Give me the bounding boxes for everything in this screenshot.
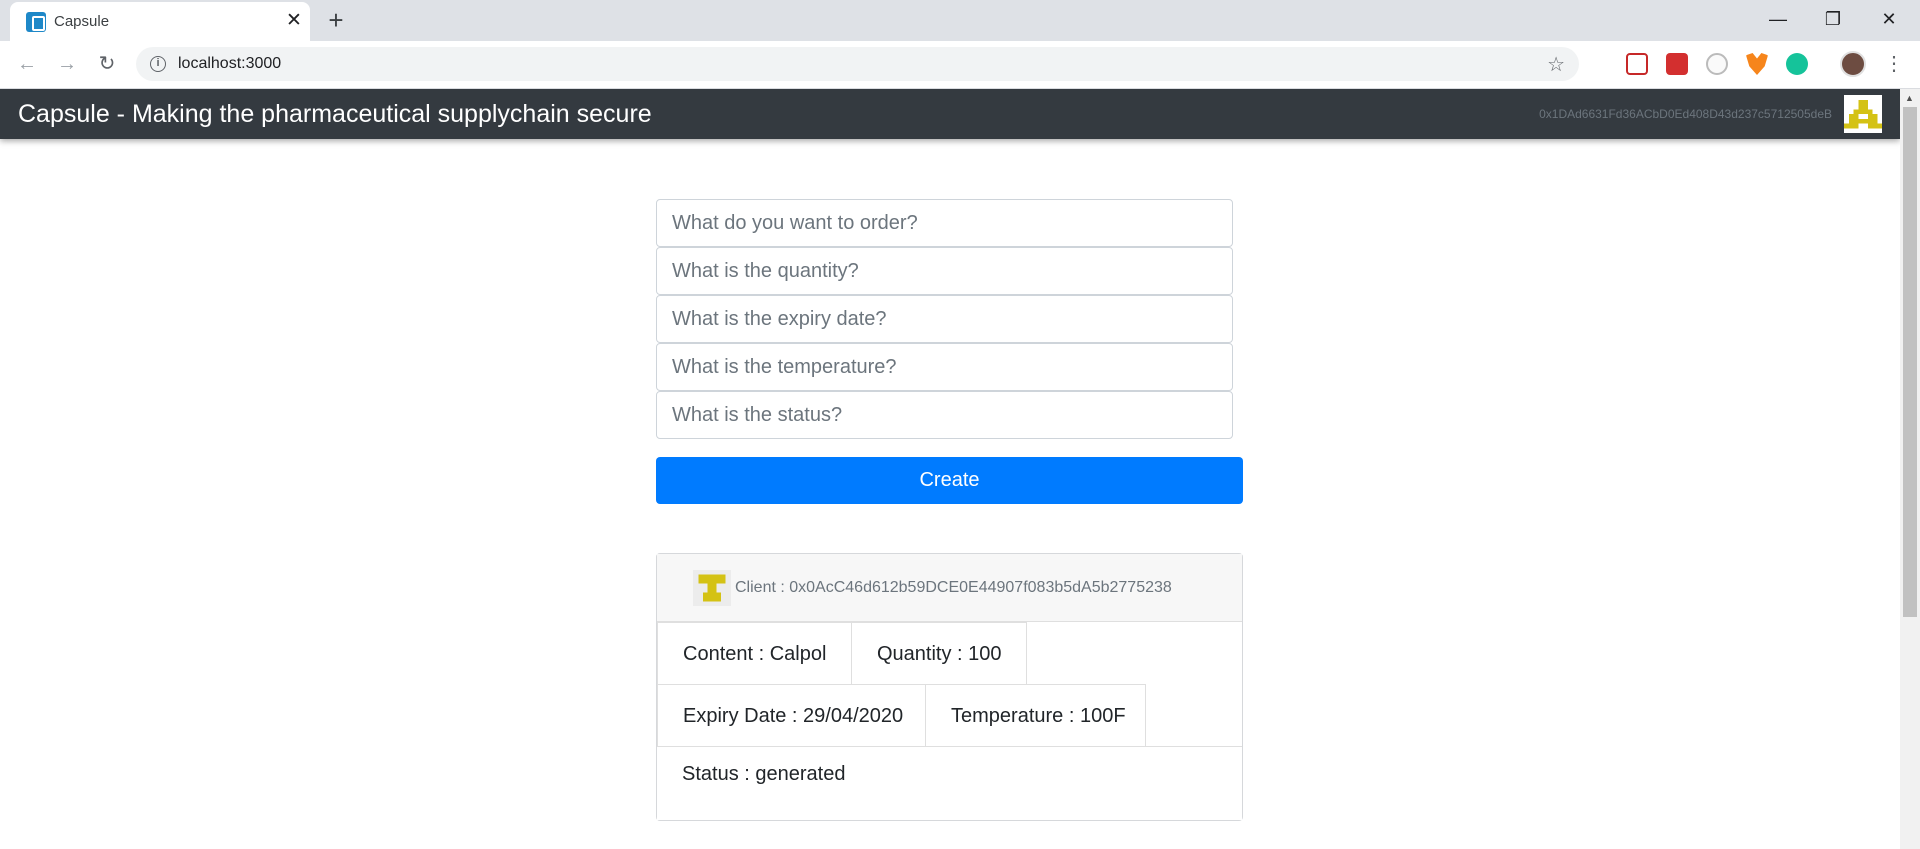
metamask-fox-icon[interactable] xyxy=(1746,53,1768,75)
red-extension-icon[interactable] xyxy=(1666,53,1688,75)
client-identicon xyxy=(693,570,731,606)
site-info-icon[interactable]: i xyxy=(150,56,166,72)
temperature-cell: Temperature : 100F xyxy=(925,684,1146,747)
status-input[interactable] xyxy=(656,391,1233,439)
quantity-cell: Quantity : 100 xyxy=(851,622,1027,685)
browser-menu-icon[interactable]: ⋮ xyxy=(1884,51,1904,77)
url-text: localhost:3000 xyxy=(178,55,282,72)
grammarly-icon[interactable] xyxy=(1786,53,1808,75)
pocket-icon[interactable] xyxy=(1626,53,1648,75)
content-cell: Content : Calpol xyxy=(657,622,852,685)
scroll-up-arrow-icon[interactable]: ▲ xyxy=(1905,93,1914,103)
restore-window-icon[interactable]: ❐ xyxy=(1807,0,1859,38)
back-arrow-icon[interactable]: ← xyxy=(12,49,42,79)
order-content-input[interactable] xyxy=(656,199,1233,247)
close-tab-icon[interactable]: ✕ xyxy=(282,8,306,34)
browser-tabstrip: Capsule ✕ + — ❐ ✕ xyxy=(0,0,1920,41)
temperature-input[interactable] xyxy=(656,343,1233,391)
quantity-input[interactable] xyxy=(656,247,1233,295)
account-identicon xyxy=(1844,95,1882,133)
capsule-favicon-icon xyxy=(26,12,46,32)
order-card: Client : 0x0AcC46d612b59DCE0E44907f083b5… xyxy=(656,553,1243,821)
page-viewport: Capsule - Making the pharmaceutical supp… xyxy=(0,89,1900,849)
reload-icon[interactable]: ↻ xyxy=(92,49,122,79)
app-brand-title[interactable]: Capsule - Making the pharmaceutical supp… xyxy=(18,100,652,129)
order-card-header: Client : 0x0AcC46d612b59DCE0E44907f083b5… xyxy=(657,554,1242,622)
expiry-date-input[interactable] xyxy=(656,295,1233,343)
browser-toolbar: ← → ↻ i localhost:3000 ☆ ⋮ xyxy=(0,41,1920,89)
profile-avatar[interactable] xyxy=(1840,51,1866,77)
status-cell: Status : generated xyxy=(657,746,1242,820)
address-bar[interactable]: i localhost:3000 ☆ xyxy=(136,47,1579,81)
forward-arrow-icon[interactable]: → xyxy=(52,49,82,79)
close-window-icon[interactable]: ✕ xyxy=(1863,0,1915,38)
face-extension-icon[interactable] xyxy=(1706,53,1728,75)
client-address: Client : 0x0AcC46d612b59DCE0E44907f083b5… xyxy=(735,579,1172,596)
browser-tab-capsule[interactable]: Capsule ✕ xyxy=(10,2,310,41)
order-form xyxy=(656,199,1233,439)
bookmark-star-icon[interactable]: ☆ xyxy=(1547,52,1565,77)
new-tab-plus-icon[interactable]: + xyxy=(322,6,350,34)
scrollbar-thumb[interactable] xyxy=(1903,107,1917,617)
page-scrollbar[interactable]: ▲ xyxy=(1900,89,1920,849)
account-address: 0x1DAd6631Fd36ACbD0Ed408D43d237c5712505d… xyxy=(1539,107,1832,121)
app-navbar: Capsule - Making the pharmaceutical supp… xyxy=(0,89,1900,139)
minimize-window-icon[interactable]: — xyxy=(1752,0,1804,38)
tab-title: Capsule xyxy=(54,13,110,30)
expiry-cell: Expiry Date : 29/04/2020 xyxy=(657,684,926,747)
create-button[interactable]: Create xyxy=(656,457,1243,504)
